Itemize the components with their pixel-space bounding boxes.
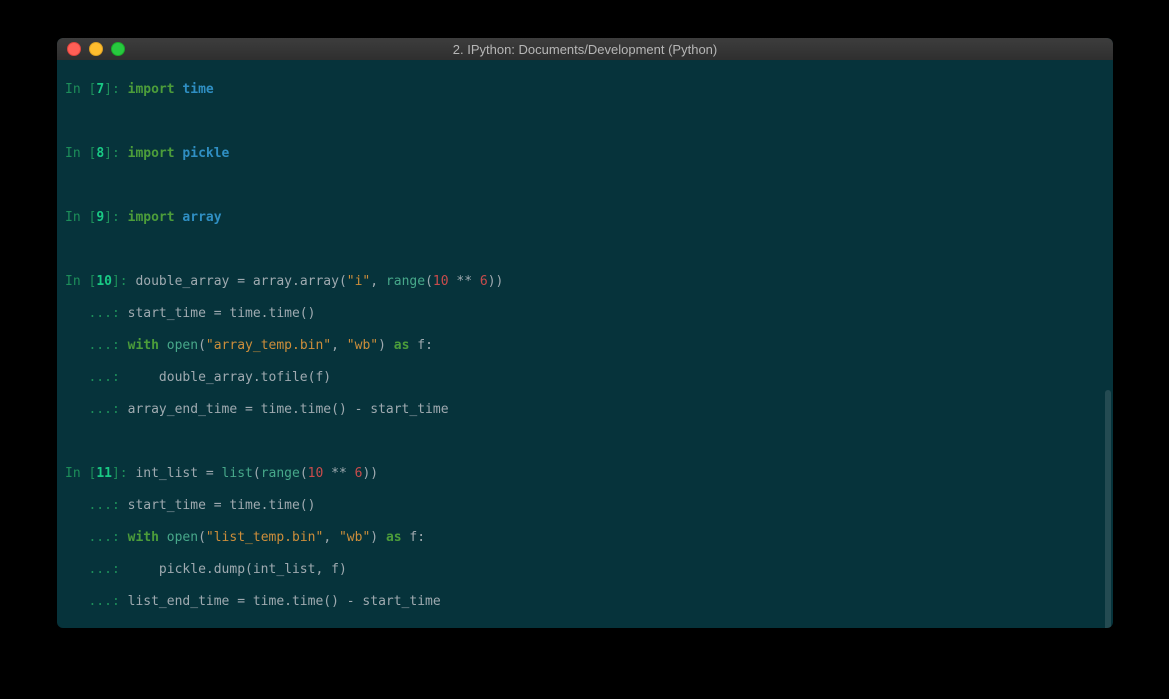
close-icon[interactable]: [67, 42, 81, 56]
titlebar: 2. IPython: Documents/Development (Pytho…: [57, 38, 1113, 60]
in-11-l4: ...: pickle.dump(int_list, f): [65, 562, 1105, 578]
in-10-l5: ...: array_end_time = time.time() - star…: [65, 402, 1105, 418]
in-8: In [8]: import pickle: [65, 146, 1105, 162]
in-10-l1: In [10]: double_array = array.array("i",…: [65, 274, 1105, 290]
minimize-icon[interactable]: [89, 42, 103, 56]
in-9: In [9]: import array: [65, 210, 1105, 226]
in-10-l4: ...: double_array.tofile(f): [65, 370, 1105, 386]
in-11-l2: ...: start_time = time.time(): [65, 498, 1105, 514]
in-10-l2: ...: start_time = time.time(): [65, 306, 1105, 322]
terminal-body[interactable]: In [7]: import time In [8]: import pickl…: [57, 60, 1113, 628]
in-7: In [7]: import time: [65, 82, 1105, 98]
in-10-l3: ...: with open("array_temp.bin", "wb") a…: [65, 338, 1105, 354]
window-title: 2. IPython: Documents/Development (Pytho…: [57, 42, 1113, 57]
scrollbar[interactable]: [1105, 390, 1111, 628]
in-11-l5: ...: list_end_time = time.time() - start…: [65, 594, 1105, 610]
window-controls: [57, 42, 125, 56]
in-11-l3: ...: with open("list_temp.bin", "wb") as…: [65, 530, 1105, 546]
terminal-window: 2. IPython: Documents/Development (Pytho…: [57, 38, 1113, 628]
zoom-icon[interactable]: [111, 42, 125, 56]
in-11-l1: In [11]: int_list = list(range(10 ** 6)): [65, 466, 1105, 482]
